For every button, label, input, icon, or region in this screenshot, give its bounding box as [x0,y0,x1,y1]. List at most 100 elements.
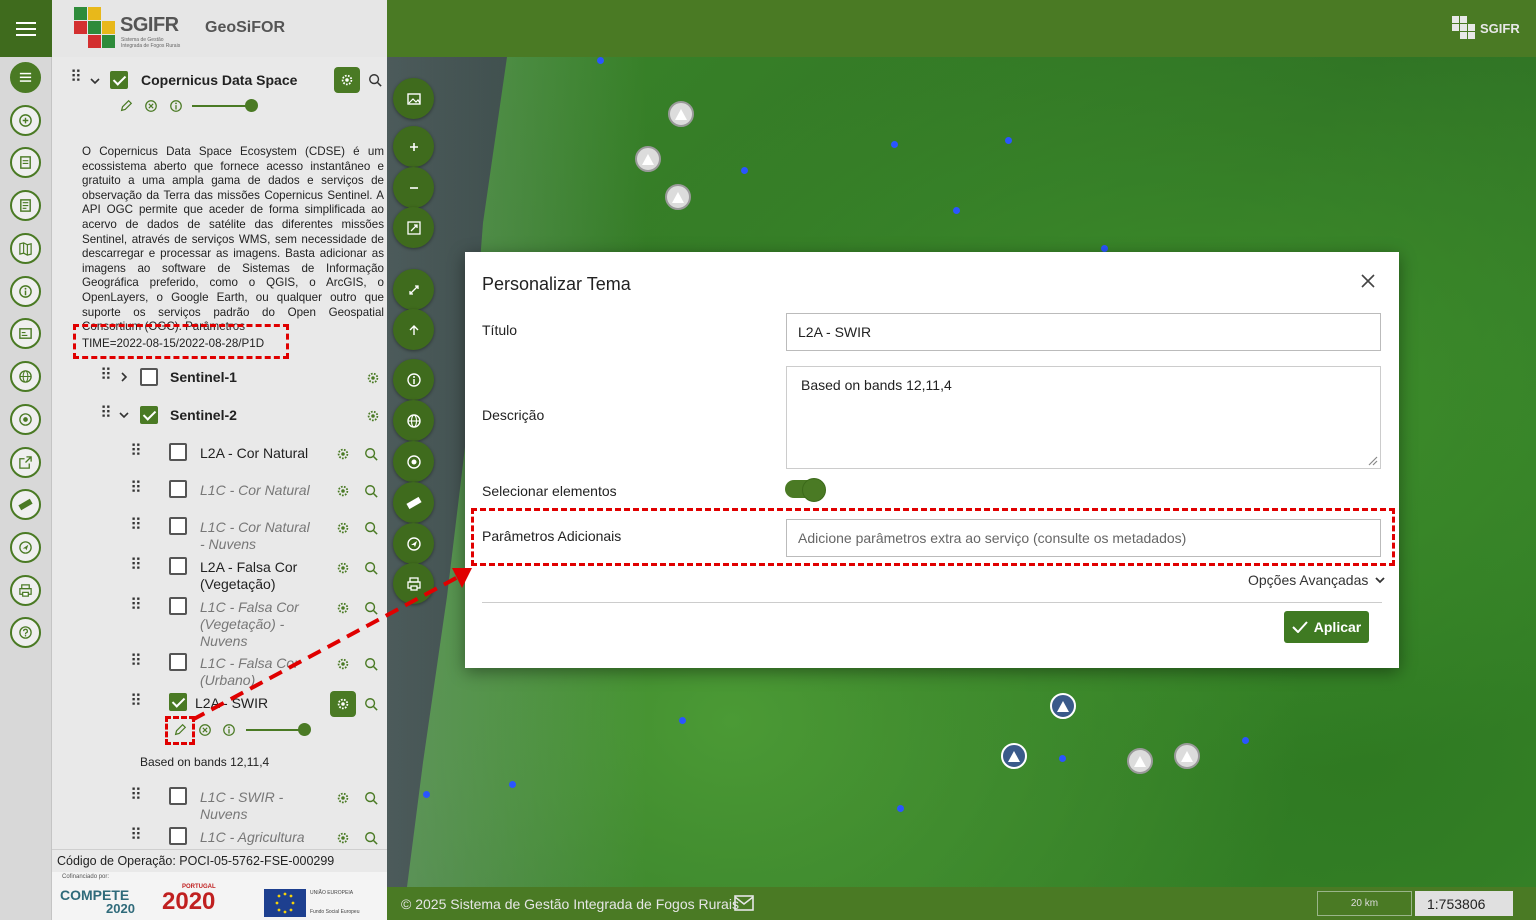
remove-icon[interactable] [198,723,212,737]
descricao-textarea[interactable]: Based on bands 12,11,4 [786,366,1381,469]
rail-card-button[interactable] [10,318,41,349]
resize-handle-icon[interactable] [1366,454,1378,466]
rail-layers-button[interactable] [10,62,41,93]
map-globe-button[interactable] [393,400,434,441]
opacity-slider-track[interactable] [246,729,306,731]
layer-checkbox[interactable] [169,480,187,498]
layer-checkbox[interactable] [169,443,187,461]
gear-icon[interactable] [336,601,350,615]
info-icon[interactable] [222,723,236,737]
chevron-right-icon[interactable] [118,371,130,383]
map-target-button[interactable] [393,441,434,482]
rail-target-button[interactable] [10,404,41,435]
layer-checkbox[interactable] [169,787,187,805]
map-marker[interactable] [1050,693,1076,719]
search-icon[interactable] [364,484,378,498]
search-icon[interactable] [364,521,378,535]
rail-map-button[interactable] [10,233,41,264]
layer-checkbox[interactable] [169,653,187,671]
search-icon[interactable] [364,831,378,845]
opacity-slider-handle[interactable] [245,99,258,112]
info-icon[interactable] [169,99,183,113]
search-icon[interactable] [368,73,382,87]
search-icon[interactable] [364,791,378,805]
remove-icon[interactable] [144,99,158,113]
gear-icon[interactable] [336,484,350,498]
checkbox-copernicus[interactable] [110,71,128,89]
rail-location-button[interactable] [10,532,41,563]
rail-info-button[interactable] [10,276,41,307]
map-point[interactable] [423,791,430,798]
layer-checkbox[interactable] [169,693,187,711]
map-point[interactable] [1005,137,1012,144]
search-icon[interactable] [364,657,378,671]
rail-export-button[interactable] [10,447,41,478]
map-print-button[interactable] [393,563,434,604]
gear-icon[interactable] [366,409,380,423]
map-marker[interactable] [1174,743,1200,769]
map-point[interactable] [1242,737,1249,744]
gear-icon[interactable] [366,371,380,385]
map-marker[interactable] [1127,748,1153,774]
gear-icon[interactable] [336,521,350,535]
map-point[interactable] [1059,755,1066,762]
layer-checkbox[interactable] [169,557,187,575]
close-icon[interactable] [1361,274,1375,288]
map-location-button[interactable] [393,523,434,564]
search-icon[interactable] [364,697,378,711]
checkbox-sentinel-2[interactable] [140,406,158,424]
map-marker[interactable] [635,146,661,172]
gear-icon[interactable] [336,657,350,671]
layer-checkbox[interactable] [169,827,187,845]
gear-icon[interactable] [336,791,350,805]
map-marker[interactable] [665,184,691,210]
scale-ratio[interactable]: 1:753806 [1415,891,1513,916]
drag-handle-icon[interactable]: ⠿ [130,558,142,574]
map-info-button[interactable] [393,359,434,400]
map-point[interactable] [679,717,686,724]
apply-button[interactable]: Aplicar [1284,611,1369,643]
map-ruler-button[interactable] [393,482,434,523]
chevron-down-icon[interactable] [118,409,130,421]
map-marker[interactable] [1001,743,1027,769]
zoom-in-button[interactable] [393,126,434,167]
search-icon[interactable] [364,561,378,575]
map-image-button[interactable] [393,78,434,119]
drag-handle-icon[interactable]: ⠿ [130,828,142,844]
rail-print-button[interactable] [10,575,41,606]
map-point[interactable] [1101,245,1108,252]
drag-handle-icon[interactable]: ⠿ [130,518,142,534]
drag-handle-icon[interactable]: ⠿ [100,368,112,384]
gear-icon[interactable] [336,831,350,845]
mail-icon[interactable] [734,895,754,911]
collapse-button[interactable] [393,269,434,310]
map-point[interactable] [597,57,604,64]
chevron-down-icon[interactable] [89,75,101,87]
zoom-out-button[interactable] [393,167,434,208]
drag-handle-icon[interactable]: ⠿ [130,444,142,460]
advanced-options-toggle[interactable]: Opções Avançadas [1248,572,1386,588]
settings-button[interactable] [330,691,356,717]
drag-handle-icon[interactable]: ⠿ [100,406,112,422]
rail-ruler-button[interactable] [10,489,41,520]
opacity-slider-track[interactable] [192,105,252,107]
rail-globe-button[interactable] [10,361,41,392]
settings-button[interactable] [334,67,360,93]
drag-handle-icon[interactable]: ⠿ [130,654,142,670]
hamburger-menu-button[interactable] [0,0,52,57]
drag-handle-icon[interactable]: ⠿ [130,481,142,497]
opacity-slider-handle[interactable] [298,723,311,736]
rail-help-button[interactable] [10,617,41,648]
map-point[interactable] [741,167,748,174]
map-point[interactable] [953,207,960,214]
gear-icon[interactable] [336,561,350,575]
search-icon[interactable] [364,601,378,615]
drag-handle-icon[interactable]: ⠿ [130,598,142,614]
gear-icon[interactable] [336,447,350,461]
map-marker[interactable] [668,101,694,127]
rail-legend-button[interactable] [10,147,41,178]
layer-checkbox[interactable] [169,517,187,535]
selecionar-toggle[interactable] [785,478,826,502]
drag-handle-icon[interactable]: ⠿ [130,788,142,804]
drag-handle-icon[interactable]: ⠿ [130,694,142,710]
